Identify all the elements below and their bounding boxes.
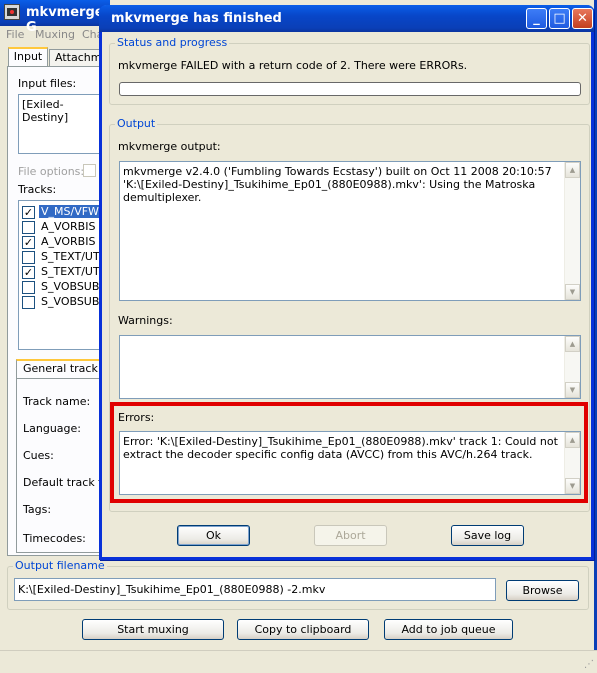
- errors-text: Error: 'K:\[Exiled-Destiny]_Tsukihime_Ep…: [123, 435, 562, 461]
- track-row[interactable]: S_VOBSUB (I: [19, 295, 109, 310]
- track-row[interactable]: ✓ A_VORBIS (I: [19, 235, 109, 250]
- close-icon: ✕: [577, 11, 588, 26]
- errors-label: Errors:: [118, 411, 155, 424]
- add-to-job-queue-label: Add to job queue: [401, 623, 496, 636]
- input-files-list[interactable]: [Exiled-Destiny]: [18, 94, 110, 154]
- close-button[interactable]: ✕: [572, 8, 593, 29]
- track-checkbox[interactable]: ✓: [22, 206, 35, 219]
- resize-grip-icon[interactable]: ⋰: [584, 659, 594, 670]
- tracks-label: Tracks:: [18, 183, 57, 196]
- dialog-title-bar: mkvmerge has finished _ □ ✕: [99, 5, 594, 32]
- file-options-checkbox[interactable]: [83, 164, 96, 177]
- start-muxing-label: Start muxing: [117, 623, 189, 636]
- menu-bar: File Muxing Cha: [0, 26, 110, 44]
- tab-input-label: Input: [13, 50, 43, 63]
- tracks-list[interactable]: ✓ V_MS/VFW/F A_VORBIS (I ✓ A_VORBIS (I S…: [18, 200, 110, 350]
- mkvmerge-output-label: mkvmerge output:: [118, 140, 221, 153]
- start-muxing-button[interactable]: Start muxing: [82, 619, 224, 640]
- track-label: S_TEXT/UTF: [41, 265, 107, 278]
- maximize-icon: □: [553, 11, 566, 26]
- maximize-button[interactable]: □: [549, 8, 570, 29]
- output-filename-group-label: Output filename: [13, 559, 107, 572]
- status-bar: ⋰: [0, 650, 597, 673]
- app-icon: [4, 4, 20, 20]
- abort-button-label: Abort: [335, 529, 366, 542]
- cues-label: Cues:: [23, 449, 54, 462]
- scroll-down-icon[interactable]: ▼: [565, 382, 580, 398]
- input-tab-panel: Input files: [Exiled-Destiny] File optio…: [7, 66, 112, 556]
- track-row[interactable]: ✓ S_TEXT/UTF: [19, 265, 109, 280]
- track-row[interactable]: A_VORBIS (I: [19, 220, 109, 235]
- track-row[interactable]: S_VOBSUB (I: [19, 280, 109, 295]
- progress-bar: [119, 82, 581, 96]
- track-row[interactable]: S_TEXT/UTF: [19, 250, 109, 265]
- status-text: mkvmerge FAILED with a return code of 2.…: [118, 59, 468, 72]
- warnings-label: Warnings:: [118, 314, 173, 327]
- warnings-box[interactable]: ▲ ▼: [119, 335, 581, 399]
- status-group-label: Status and progress: [115, 36, 230, 49]
- minimize-icon: _: [533, 11, 540, 26]
- main-title-bar: mkvmerge G: [0, 0, 110, 35]
- input-files-label: Input files:: [18, 77, 77, 90]
- output-scrollbar[interactable]: ▲ ▼: [564, 162, 580, 300]
- scroll-down-icon[interactable]: ▼: [565, 284, 580, 300]
- abort-button[interactable]: Abort: [314, 525, 387, 546]
- input-file-item[interactable]: [Exiled-Destiny]: [22, 98, 109, 124]
- tab-input[interactable]: Input: [8, 47, 48, 67]
- browse-button-label: Browse: [522, 584, 563, 597]
- track-checkbox[interactable]: [22, 221, 35, 234]
- mkvmerge-output-box[interactable]: mkvmerge v2.4.0 ('Fumbling Towards Ecsta…: [119, 161, 581, 301]
- track-options-panel: Track name: Language: Cues: Default trac…: [16, 378, 112, 553]
- track-checkbox[interactable]: [22, 251, 35, 264]
- errors-box[interactable]: Error: 'K:\[Exiled-Destiny]_Tsukihime_Ep…: [119, 431, 581, 495]
- tags-label: Tags:: [23, 503, 52, 516]
- dialog-title: mkvmerge has finished: [111, 11, 282, 26]
- output-filename-input[interactable]: K:\[Exiled-Destiny]_Tsukihime_Ep01_(880E…: [14, 578, 496, 601]
- finished-dialog: mkvmerge has finished _ □ ✕ Status and p…: [99, 5, 594, 560]
- scroll-up-icon[interactable]: ▲: [565, 162, 580, 178]
- track-label: S_TEXT/UTF: [41, 250, 107, 263]
- save-log-button[interactable]: Save log: [451, 525, 524, 546]
- language-label: Language:: [23, 422, 81, 435]
- warnings-scrollbar[interactable]: ▲ ▼: [564, 336, 580, 398]
- menu-file[interactable]: File: [6, 28, 24, 41]
- ok-button-label: Ok: [205, 529, 222, 542]
- track-checkbox[interactable]: [22, 281, 35, 294]
- copy-to-clipboard-button[interactable]: Copy to clipboard: [237, 619, 369, 640]
- scroll-down-icon[interactable]: ▼: [565, 478, 580, 494]
- minimize-button[interactable]: _: [526, 8, 547, 29]
- scroll-up-icon[interactable]: ▲: [565, 432, 580, 448]
- output-filename-value: K:\[Exiled-Destiny]_Tsukihime_Ep01_(880E…: [18, 583, 326, 596]
- save-log-button-label: Save log: [463, 529, 512, 542]
- track-checkbox[interactable]: [22, 296, 35, 309]
- menu-muxing[interactable]: Muxing: [35, 28, 75, 41]
- errors-scrollbar[interactable]: ▲ ▼: [564, 432, 580, 494]
- mkvmerge-output-text: mkvmerge v2.4.0 ('Fumbling Towards Ecsta…: [123, 165, 552, 204]
- scroll-up-icon[interactable]: ▲: [565, 336, 580, 352]
- timecodes-label: Timecodes:: [23, 532, 86, 545]
- file-options-label: File options:: [18, 165, 85, 178]
- copy-to-clipboard-label: Copy to clipboard: [254, 623, 352, 636]
- track-checkbox[interactable]: ✓: [22, 266, 35, 279]
- ok-button[interactable]: Ok: [177, 525, 250, 546]
- general-track-tab[interactable]: General track op: [16, 359, 112, 379]
- track-checkbox[interactable]: ✓: [22, 236, 35, 249]
- output-group-label: Output: [115, 117, 158, 130]
- add-to-job-queue-button[interactable]: Add to job queue: [384, 619, 513, 640]
- browse-button[interactable]: Browse: [506, 580, 579, 601]
- track-row[interactable]: ✓ V_MS/VFW/F: [19, 205, 109, 220]
- track-name-label: Track name:: [23, 395, 91, 408]
